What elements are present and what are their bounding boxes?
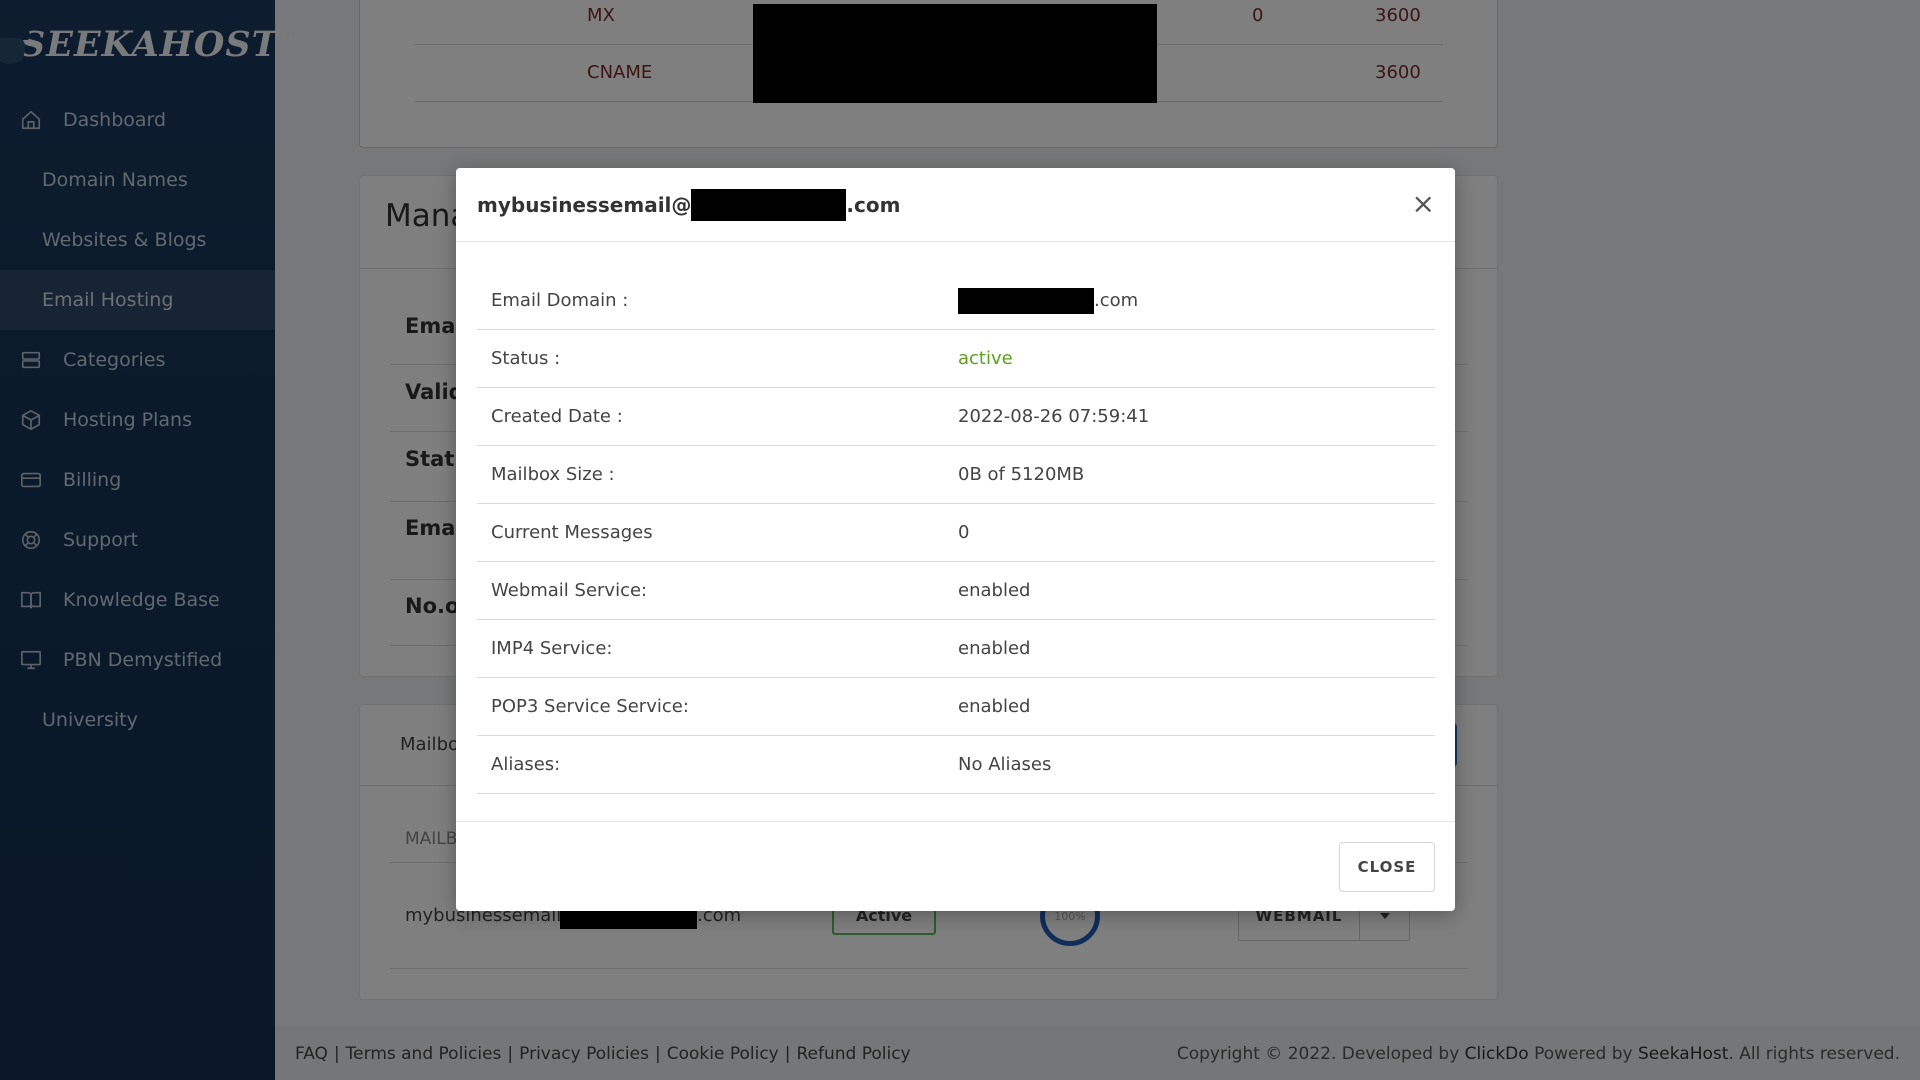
info-label: Webmail Service:	[491, 580, 648, 601]
info-label: Current Messages	[491, 522, 653, 543]
modal-title: mybusinessemail@ .com	[477, 188, 900, 221]
close-button[interactable]: CLOSE	[1339, 842, 1435, 892]
modal-footer: CLOSE	[456, 821, 1455, 911]
redacted-block	[691, 188, 847, 221]
info-row-pop3-service: POP3 Service Service: enabled	[477, 678, 1435, 736]
status-value: active	[958, 348, 1013, 369]
info-row-created-date: Created Date : 2022-08-26 07:59:41	[477, 388, 1435, 446]
info-row-mailbox-size: Mailbox Size : 0B of 5120MB	[477, 446, 1435, 504]
info-value: 2022-08-26 07:59:41	[958, 406, 1150, 427]
info-row-webmail-service: Webmail Service: enabled	[477, 562, 1435, 620]
info-value: 0B of 5120MB	[958, 464, 1085, 485]
info-row-current-messages: Current Messages 0	[477, 504, 1435, 562]
info-label: IMP4 Service:	[491, 638, 613, 659]
close-icon[interactable]: ×	[1412, 190, 1435, 218]
info-value: enabled	[958, 696, 1031, 717]
info-row-imap-service: IMP4 Service: enabled	[477, 620, 1435, 678]
info-row-email-domain: Email Domain : .com	[477, 272, 1435, 330]
info-value: enabled	[958, 580, 1031, 601]
mailbox-details-modal: mybusinessemail@ .com × Email Domain : .…	[456, 168, 1455, 911]
redacted-block	[958, 287, 1094, 314]
info-value: No Aliases	[958, 754, 1052, 775]
info-label: Email Domain :	[491, 290, 629, 311]
info-label: POP3 Service Service:	[491, 696, 689, 717]
modal-header: mybusinessemail@ .com ×	[456, 168, 1455, 242]
info-row-aliases: Aliases: No Aliases	[477, 736, 1435, 794]
info-label: Created Date :	[491, 406, 623, 427]
info-value: .com	[958, 287, 1138, 314]
info-label: Status :	[491, 348, 561, 369]
modal-body: Email Domain : .com Status : active Crea…	[456, 242, 1455, 794]
info-label: Mailbox Size :	[491, 464, 615, 485]
info-value: enabled	[958, 638, 1031, 659]
info-label: Aliases:	[491, 754, 561, 775]
info-row-status: Status : active	[477, 330, 1435, 388]
info-value: 0	[958, 522, 970, 543]
